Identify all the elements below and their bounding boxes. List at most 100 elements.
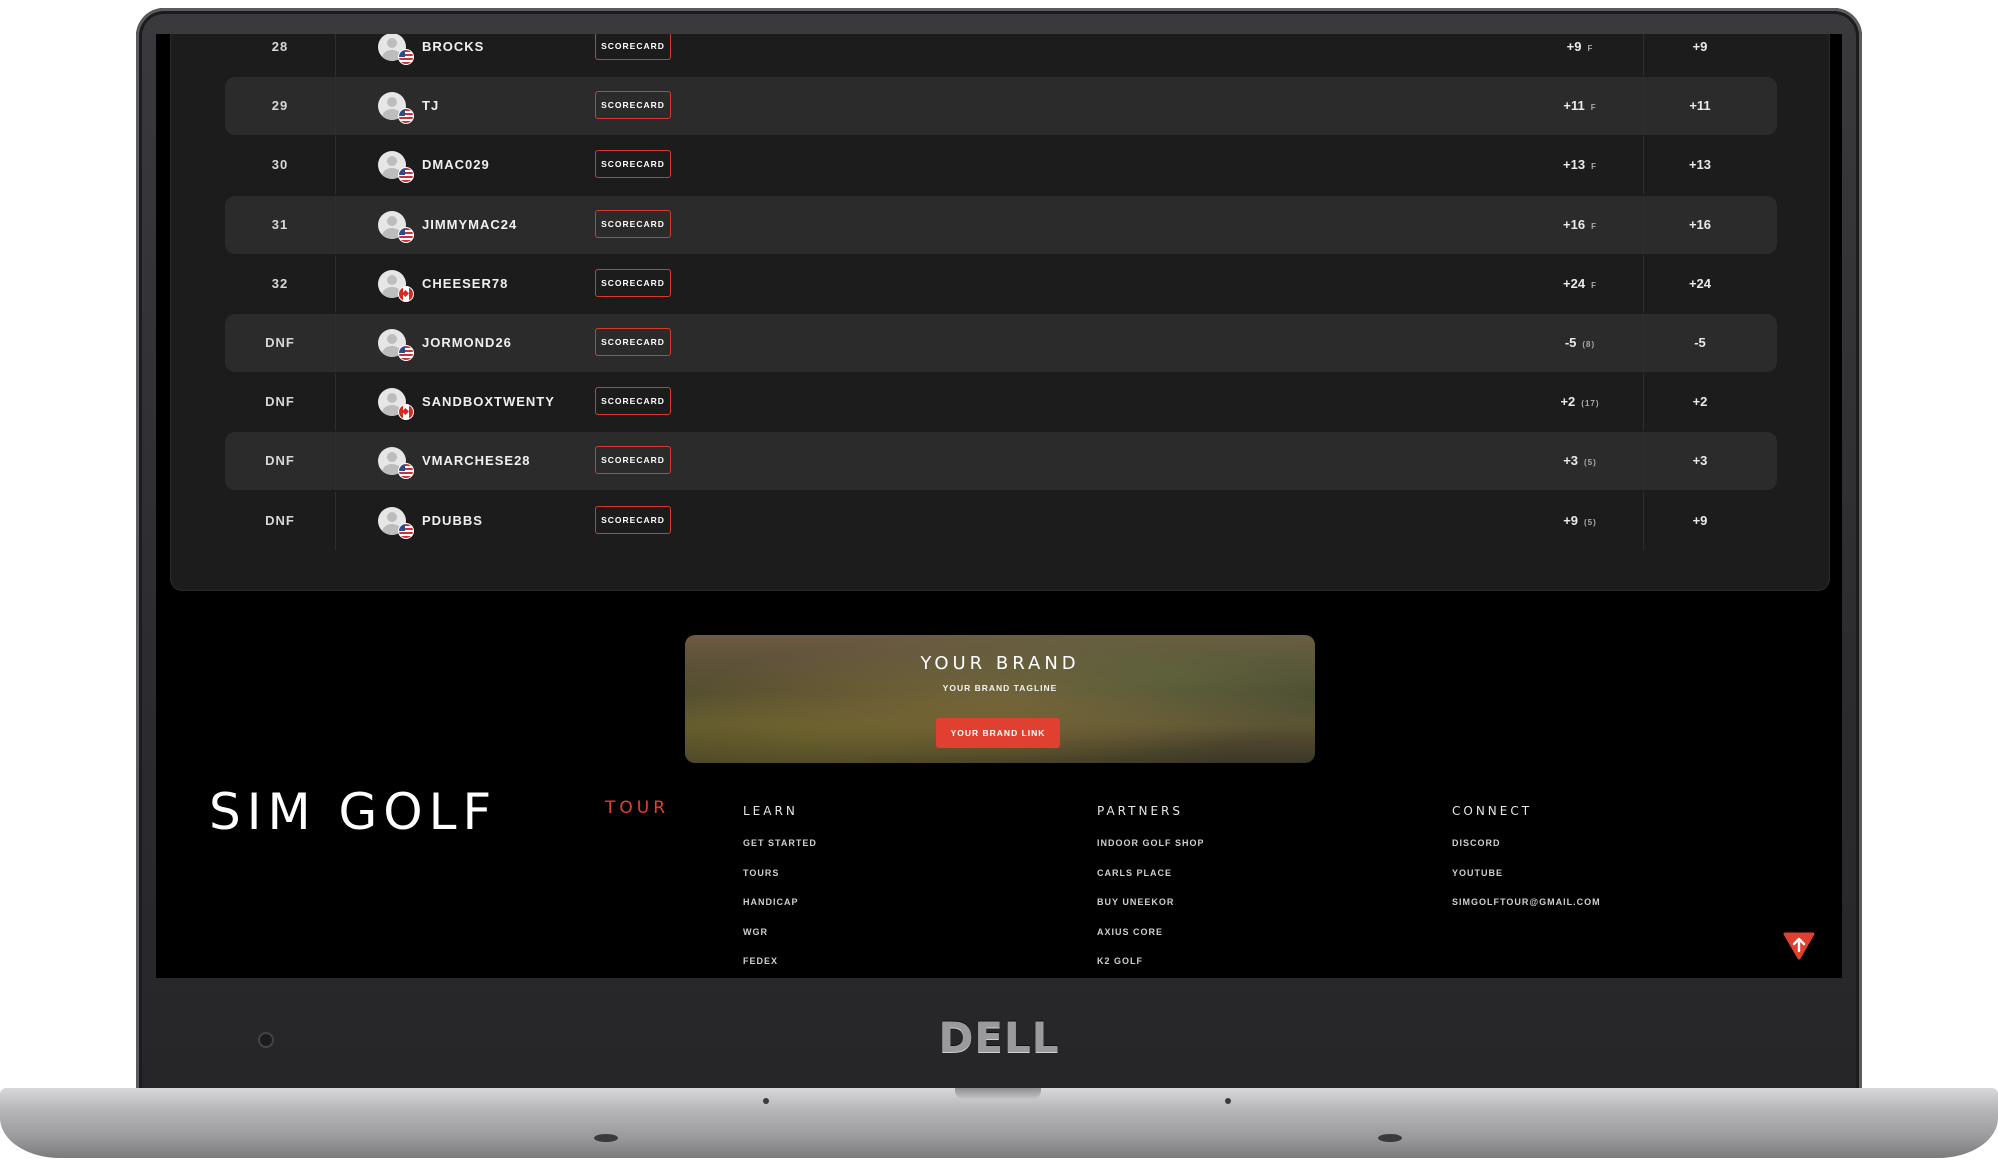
footer-link-axius-core[interactable]: AXIUS CORE [1097, 925, 1205, 955]
player-name[interactable]: JORMOND26 [422, 314, 512, 372]
arrow-up-icon [1783, 932, 1815, 960]
leaderboard-row: DNF VMARCHESE28 SCORECARD +3 (5) +3 [225, 432, 1777, 491]
footer-link-email[interactable]: SIMGOLFTOUR@GMAIL.COM [1452, 895, 1601, 925]
score-cell: +9 (5) [1525, 492, 1635, 550]
footer-link-handicap[interactable]: HANDICAP [743, 895, 817, 925]
base-notch [955, 1088, 1041, 1100]
footer-connect: CONNECT DISCORD YOUTUBE SIMGOLFTOUR@GMAI… [1452, 804, 1601, 925]
scorecard-button[interactable]: SCORECARD [595, 387, 671, 416]
position-cell: 32 [271, 275, 289, 291]
score-status: F [1591, 280, 1597, 290]
column-divider [1643, 314, 1644, 372]
score-cell: +3 (5) [1525, 432, 1635, 490]
position-cell: DNF [265, 453, 295, 469]
score-value: +2 [1560, 394, 1576, 410]
score-cell: +24 F [1525, 255, 1635, 313]
position-cell: 30 [271, 157, 289, 173]
player-name[interactable]: SANDBOXTWENTY [422, 373, 555, 431]
column-divider [1643, 195, 1644, 254]
score-status: F [1590, 103, 1597, 113]
player-name[interactable]: TJ [422, 77, 439, 135]
score-cell: +2 (17) [1525, 373, 1635, 431]
leaderboard-row: 31 JIMMYMAC24 SCORECARD +16 F +16 [225, 195, 1777, 254]
column-divider [1643, 432, 1644, 491]
score-cell: +9 F [1525, 34, 1635, 76]
footer-link-tours[interactable]: TOURS [743, 866, 817, 896]
scorecard-button[interactable]: SCORECARD [595, 91, 671, 120]
score-value: -5 [1564, 335, 1577, 350]
footer-link-carls-place[interactable]: CARLS PLACE [1097, 866, 1205, 896]
footer-learn: LEARN GET STARTED TOURS HANDICAP WGR FED… [743, 804, 817, 978]
score-status: F [1591, 221, 1597, 231]
score-value: +9 [1563, 512, 1579, 528]
footer-link-k2-golf[interactable]: K2 GOLF [1097, 954, 1205, 978]
scorecard-button[interactable]: SCORECARD [595, 446, 671, 475]
score-value: +11 [1563, 98, 1585, 114]
player-name[interactable]: BROCKS [422, 34, 484, 76]
score-value: +24 [1563, 275, 1586, 291]
player-name[interactable]: JIMMYMAC24 [422, 196, 517, 254]
column-divider [335, 314, 336, 372]
score-status: (5) [1584, 517, 1597, 527]
scorecard-button[interactable]: SCORECARD [595, 34, 671, 60]
scroll-to-top-button[interactable] [1782, 930, 1816, 960]
score-value: +9 [1566, 39, 1582, 54]
scorecard-button[interactable]: SCORECARD [595, 209, 671, 238]
column-divider [335, 254, 336, 313]
base-dot [763, 1098, 769, 1104]
brand-link-button[interactable]: YOUR BRAND LINK [936, 718, 1060, 748]
footer-learn-heading: LEARN [743, 804, 798, 818]
laptop-base [0, 1088, 1998, 1158]
total-cell: +11 [1689, 98, 1711, 114]
player-name[interactable]: CHEESER78 [422, 255, 508, 313]
column-divider [1643, 34, 1644, 76]
brand-banner: YOUR BRAND YOUR BRAND TAGLINE YOUR BRAND… [685, 635, 1315, 763]
footer-link-get-started[interactable]: GET STARTED [743, 836, 817, 866]
footer-link-discord[interactable]: DISCORD [1452, 836, 1601, 866]
scorecard-button[interactable]: SCORECARD [595, 328, 671, 356]
scorecard-button[interactable]: SCORECARD [595, 505, 671, 534]
us-flag-icon [398, 167, 414, 184]
scorecard-button[interactable]: SCORECARD [595, 150, 671, 179]
us-flag-icon [398, 463, 414, 480]
footer-link-indoor-golf-shop[interactable]: INDOOR GOLF SHOP [1097, 836, 1205, 866]
leaderboard-row: 30 DMAC029 SCORECARD +13 F +13 [225, 136, 1777, 195]
sim-golf-logo[interactable]: SIM GOLF [209, 787, 497, 837]
base-dot [1225, 1098, 1231, 1104]
footer-link-fedex[interactable]: FEDEX [743, 954, 817, 978]
position-cell: DNF [265, 394, 295, 410]
column-divider [335, 491, 336, 550]
total-cell: +3 [1692, 453, 1708, 469]
column-divider [335, 34, 336, 76]
leaderboard-row: 29 TJ SCORECARD +11 F +11 [225, 77, 1777, 136]
footer-link-youtube[interactable]: YOUTUBE [1452, 866, 1601, 896]
footer-connect-heading: CONNECT [1452, 804, 1533, 818]
total-cell: +16 [1688, 216, 1712, 232]
score-status: (8) [1582, 340, 1596, 349]
total-cell: +24 [1688, 275, 1712, 291]
position-cell: 28 [271, 39, 289, 54]
leaderboard-row: 32 CHEESER78 SCORECARD +24 F +24 [225, 254, 1777, 313]
total-cell: +9 [1692, 39, 1708, 54]
score-status: (5) [1584, 458, 1597, 468]
footer-link-buy-uneekor[interactable]: BUY UNEEKOR [1097, 895, 1205, 925]
column-divider [1643, 254, 1644, 313]
column-divider [335, 77, 336, 136]
player-name[interactable]: PDUBBS [422, 492, 483, 550]
score-cell: +13 F [1525, 136, 1635, 194]
position-cell: DNF [265, 512, 295, 528]
score-status: F [1591, 162, 1597, 172]
score-status: F [1587, 44, 1594, 53]
brand-tagline: YOUR BRAND TAGLINE [942, 683, 1058, 693]
total-cell: +2 [1692, 394, 1708, 410]
player-name[interactable]: VMARCHESE28 [422, 432, 531, 490]
leaderboard-panel: 28 BROCKS SCORECARD +9 F +9 29 TJ SCORECARD +11 F +… [170, 34, 1830, 591]
player-name[interactable]: DMAC029 [422, 136, 490, 194]
laptop-foot [594, 1134, 618, 1142]
total-cell: -5 [1694, 335, 1706, 350]
score-status: (17) [1581, 399, 1600, 409]
footer-link-wgr[interactable]: WGR [743, 925, 817, 955]
leaderboard-row: DNF PDUBBS SCORECARD +9 (5) +9 [225, 491, 1777, 550]
canada-flag-icon [398, 404, 414, 421]
scorecard-button[interactable]: SCORECARD [595, 268, 671, 297]
